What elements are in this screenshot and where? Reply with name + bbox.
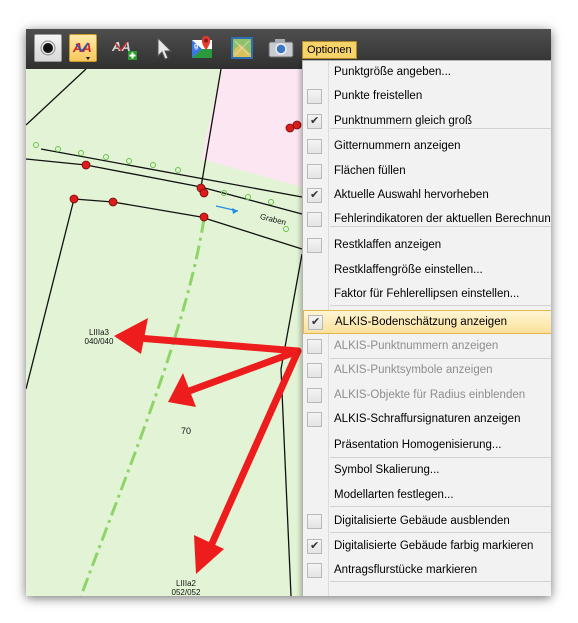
checkbox-icon — [307, 139, 322, 154]
soil-label-lllla3-value: 040/040 — [84, 337, 114, 346]
checkbox-icon — [307, 339, 322, 354]
menu-separator — [330, 581, 551, 582]
checkbox-icon — [307, 412, 322, 427]
menu-item-label: Punktgröße angeben... — [334, 66, 451, 78]
soil-label-lllla3: LIIIa3 040/040 — [81, 328, 117, 346]
svg-text:AA: AA — [111, 39, 131, 54]
menu-item-alkis-punktnummern-anzeigen: ALKIS-Punktnummern anzeigen — [303, 335, 551, 359]
menu-item-restklaffen-anzeigen[interactable]: Restklaffen anzeigen — [303, 234, 551, 258]
menu-item-label: ALKIS-Bodenschätzung anzeigen — [335, 316, 507, 328]
menu-item-punktgr-e-angeben[interactable]: Punktgröße angeben... — [303, 61, 551, 85]
menu-item-label: Aktuelle Auswahl hervorheben — [334, 189, 489, 201]
svg-text:AA: AA — [72, 40, 92, 55]
menu-item-label: Restklaffen anzeigen — [334, 239, 442, 251]
menu-item-label: Punktnummern gleich groß — [334, 115, 473, 127]
menu-item-label: ALKIS-Punktsymbole anzeigen — [334, 364, 493, 376]
alkis-letters-icon[interactable]: AA — [69, 34, 97, 62]
menu-item-label: Restklaffengröße einstellen... — [334, 264, 483, 276]
menu-item-digitalisierte-geb-ude-ausblenden[interactable]: Digitalisierte Gebäude ausblenden — [303, 510, 551, 534]
soil-label-lllla2-value: 052/052 — [171, 588, 201, 596]
menu-item-antragsflurst-cke-markieren[interactable]: Antragsflurstücke markieren — [303, 559, 551, 583]
menu-item-alkis-schraffursignaturen-anzeigen[interactable]: ALKIS-Schraffursignaturen anzeigen — [303, 408, 551, 432]
options-tooltip: Optionen — [302, 41, 357, 59]
checkmark-icon — [307, 188, 322, 203]
menu-item-alkis-objekte-f-r-radius-einblenden: ALKIS-Objekte für Radius einblenden — [303, 384, 551, 408]
checkbox-icon — [307, 563, 322, 578]
checkbox-icon — [307, 388, 322, 403]
soil-label-lllla2-class: LIIIa2 — [175, 579, 196, 588]
menu-item-label: ALKIS-Objekte für Radius einblenden — [334, 389, 526, 401]
cursor-arrow-icon[interactable] — [150, 34, 178, 62]
menu-item-label: Modellarten festlegen... — [334, 489, 454, 501]
checkbox-icon — [307, 363, 322, 378]
menu-separator — [330, 226, 551, 227]
menu-item-symbol-skalierung[interactable]: Symbol Skalierung... — [303, 459, 551, 483]
svg-text:g: g — [194, 43, 198, 50]
application-window: AA AA g Optionen LIIIa3 040/040 70 LIIIa… — [26, 29, 551, 596]
orthophoto-icon[interactable] — [228, 34, 256, 62]
menu-item-punkte-freistellen[interactable]: Punkte freistellen — [303, 85, 551, 109]
soil-label-lllla3-class: LIIIa3 — [88, 328, 109, 337]
menu-separator — [330, 128, 551, 129]
menu-item-aktuelle-auswahl-hervorheben[interactable]: Aktuelle Auswahl hervorheben — [303, 184, 551, 208]
menu-item-restklaffengr-e-einstellen[interactable]: Restklaffengröße einstellen... — [303, 259, 551, 283]
checkbox-icon — [307, 514, 322, 529]
menu-item-alkis-punktsymbole-anzeigen: ALKIS-Punktsymbole anzeigen — [303, 359, 551, 383]
menu-item-fehlerindikatoren-der-aktuellen-berechnung[interactable]: Fehlerindikatoren der aktuellen Berechnu… — [303, 208, 551, 232]
google-maps-icon[interactable]: g — [189, 34, 217, 62]
checkbox-icon — [307, 212, 322, 227]
checkbox-icon — [307, 238, 322, 253]
menu-item-modellarten-festlegen[interactable]: Modellarten festlegen... — [303, 484, 551, 508]
camera-icon[interactable] — [266, 34, 294, 62]
menu-item-fl-chen-f-llen[interactable]: Flächen füllen — [303, 160, 551, 184]
menu-item-label: Gitternummern anzeigen — [334, 140, 461, 152]
menu-item-gitternummern-anzeigen[interactable]: Gitternummern anzeigen — [303, 135, 551, 159]
menu-item-label: Digitalisierte Gebäude farbig markieren — [334, 540, 534, 552]
menu-item-label: Präsentation Homogenisierung... — [334, 439, 502, 451]
checkmark-icon — [307, 539, 322, 554]
menu-separator — [330, 532, 551, 533]
checkmark-icon — [308, 315, 323, 330]
menu-item-label: ALKIS-Punktnummern anzeigen — [334, 340, 499, 352]
menu-item-label: Punkte freistellen — [334, 90, 423, 102]
menu-item-punktnummern-gleich-gro[interactable]: Punktnummern gleich groß — [303, 110, 551, 134]
menu-item-pr-sentation-homogenisierung[interactable]: Präsentation Homogenisierung... — [303, 434, 551, 458]
menu-item-label: Fehlerindikatoren der aktuellen Berechnu… — [334, 213, 551, 225]
menu-item-label: Faktor für Fehlerellipsen einstellen... — [334, 288, 520, 300]
soil-number-label: 70 — [180, 426, 191, 436]
menu-item-label: Antragsflurstücke markieren — [334, 564, 478, 576]
menu-separator — [330, 358, 551, 359]
menu-item-label: Symbol Skalierung... — [334, 464, 440, 476]
menu-item-label: Flächen füllen — [334, 165, 406, 177]
options-menu: Punktgröße angeben... Punkte freistellen P… — [302, 60, 551, 596]
menu-item-digitalisierte-geb-ude-farbig-markieren[interactable]: Digitalisierte Gebäude farbig markieren — [303, 535, 551, 559]
alkis-add-icon[interactable]: AA — [111, 34, 139, 62]
menu-item-alkis-bodensch-tzung-anzeigen[interactable]: ALKIS-Bodenschätzung anzeigen — [303, 310, 551, 334]
menu-item-label: Digitalisierte Gebäude ausblenden — [334, 515, 510, 527]
soil-label-lllla2: LIIIa2 052/052 — [168, 579, 204, 596]
menu-separator — [330, 457, 551, 458]
menu-separator — [330, 506, 551, 507]
point-dot-icon[interactable] — [34, 34, 62, 62]
checkbox-icon — [307, 164, 322, 179]
menu-item-faktor-f-r-fehlerellipsen-einstellen[interactable]: Faktor für Fehlerellipsen einstellen... — [303, 283, 551, 307]
menu-separator — [330, 305, 551, 306]
menu-item-label: ALKIS-Schraffursignaturen anzeigen — [334, 413, 521, 425]
checkbox-icon — [307, 89, 322, 104]
checkmark-icon — [307, 114, 322, 129]
